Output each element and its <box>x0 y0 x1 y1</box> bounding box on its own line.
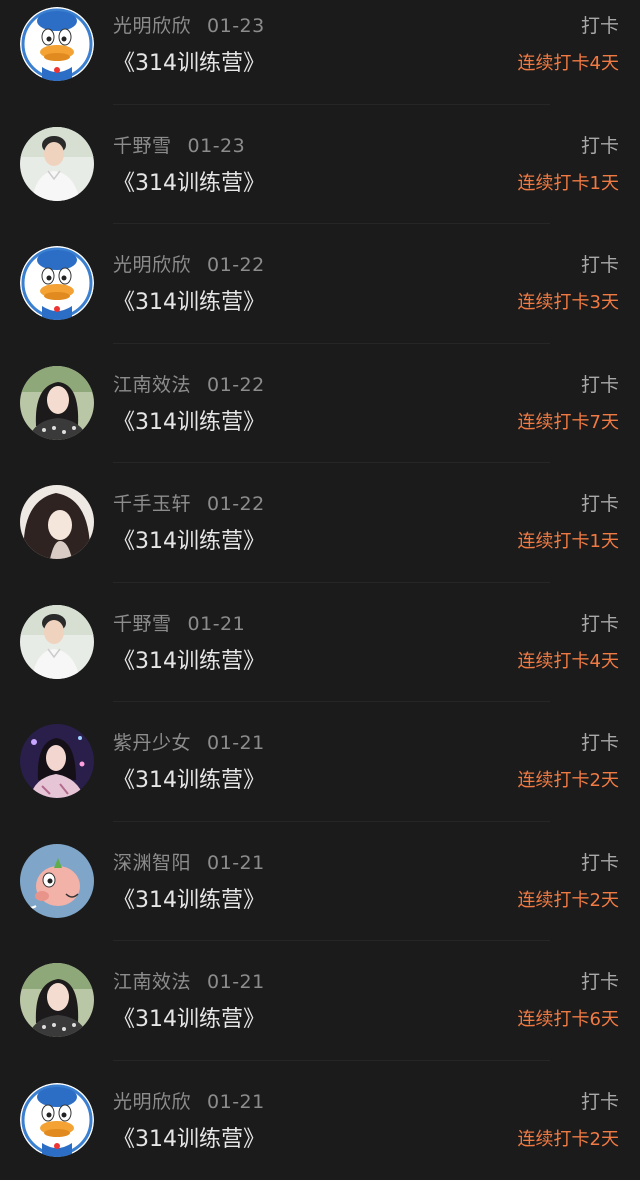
course-title: 《314训练营》 <box>113 643 265 675</box>
user-name[interactable]: 光明欣欣 <box>113 254 191 276</box>
checkin-date: 01-21 <box>207 732 265 754</box>
checkin-label: 打卡 <box>581 728 619 755</box>
checkin-date: 01-22 <box>207 374 265 396</box>
checkin-meta: 千野雪 01-21 <box>113 609 245 636</box>
checkin-label: 打卡 <box>581 489 619 516</box>
user-name[interactable]: 江南效法 <box>113 971 191 993</box>
checkin-meta: 光明欣欣 01-21 <box>113 1087 265 1114</box>
checkin-meta: 江南效法 01-21 <box>113 967 265 994</box>
checkin-meta: 紫丹少女 01-21 <box>113 728 265 755</box>
course-title: 《314训练营》 <box>113 284 265 316</box>
course-title: 《314训练营》 <box>113 1121 265 1153</box>
checkin-label: 打卡 <box>581 848 619 875</box>
checkin-row[interactable]: 江南效法 01-22 《314训练营》 打卡连续打卡7天 <box>0 344 640 464</box>
user-name[interactable]: 千手玉轩 <box>113 493 191 515</box>
checkin-date: 01-21 <box>207 852 265 874</box>
course-title: 《314训练营》 <box>113 404 265 436</box>
course-title: 《314训练营》 <box>113 762 265 794</box>
checkin-label: 打卡 <box>581 609 619 636</box>
checkin-meta: 光明欣欣 01-22 <box>113 250 265 277</box>
course-title: 《314训练营》 <box>113 45 265 77</box>
checkin-date: 01-22 <box>207 493 265 515</box>
checkin-date: 01-21 <box>188 613 246 635</box>
checkin-date: 01-22 <box>207 254 265 276</box>
streak-count: 连续打卡1天 <box>518 527 619 553</box>
checkin-row[interactable]: 江南效法 01-21 《314训练营》 打卡连续打卡6天 <box>0 941 640 1061</box>
checkin-row[interactable]: 紫丹少女 01-21 《314训练营》 打卡连续打卡2天 <box>0 702 640 822</box>
checkin-row[interactable]: 光明欣欣 01-23 《314训练营》 打卡连续打卡4天 <box>0 0 640 105</box>
user-name[interactable]: 紫丹少女 <box>113 732 191 754</box>
checkin-meta: 千手玉轩 01-22 <box>113 489 265 516</box>
streak-count: 连续打卡3天 <box>518 288 619 314</box>
user-name[interactable]: 深渊智阳 <box>113 852 191 874</box>
girl-photo-icon[interactable] <box>20 963 94 1037</box>
course-title: 《314训练营》 <box>113 1001 265 1033</box>
checkin-label: 打卡 <box>581 11 619 38</box>
checkin-label: 打卡 <box>581 131 619 158</box>
checkin-row[interactable]: 光明欣欣 01-21 《314训练营》 打卡连续打卡2天 <box>0 1061 640 1180</box>
streak-count: 连续打卡2天 <box>518 1125 619 1151</box>
checkin-list: 光明欣欣01-23《314训练营》打卡连续打卡4天 千野雪01-23《314训练… <box>0 0 640 1180</box>
cartoon-pig-icon[interactable] <box>20 844 94 918</box>
checkin-row[interactable]: 千野雪 01-21 《314训练营》 打卡连续打卡4天 <box>0 583 640 703</box>
course-title: 《314训练营》 <box>113 523 265 555</box>
checkin-row[interactable]: 深渊智阳 01-21 《314训练营》 打卡连续打卡2天 <box>0 822 640 942</box>
streak-count: 连续打卡4天 <box>518 647 619 673</box>
checkin-meta: 江南效法 01-22 <box>113 370 265 397</box>
streak-count: 连续打卡2天 <box>518 766 619 792</box>
user-name[interactable]: 光明欣欣 <box>113 15 191 37</box>
checkin-row[interactable]: 千野雪 01-23 《314训练营》 打卡连续打卡1天 <box>0 105 640 225</box>
donald-duck-icon[interactable] <box>20 246 94 320</box>
donald-duck-icon[interactable] <box>20 1083 94 1157</box>
checkin-row[interactable]: 光明欣欣 01-22 《314训练营》 打卡连续打卡3天 <box>0 224 640 344</box>
checkin-label: 打卡 <box>581 250 619 277</box>
checkin-meta: 深渊智阳 01-21 <box>113 848 265 875</box>
streak-count: 连续打卡2天 <box>518 886 619 912</box>
girl-photo-icon[interactable] <box>20 366 94 440</box>
checkin-date: 01-23 <box>188 135 246 157</box>
checkin-date: 01-21 <box>207 971 265 993</box>
boy-photo-icon[interactable] <box>20 127 94 201</box>
donald-duck-icon[interactable] <box>20 7 94 81</box>
user-name[interactable]: 江南效法 <box>113 374 191 396</box>
boy-photo-icon[interactable] <box>20 605 94 679</box>
user-name[interactable]: 千野雪 <box>113 613 172 635</box>
checkin-label: 打卡 <box>581 967 619 994</box>
streak-count: 连续打卡6天 <box>518 1005 619 1031</box>
user-name[interactable]: 千野雪 <box>113 135 172 157</box>
user-name[interactable]: 光明欣欣 <box>113 1091 191 1113</box>
checkin-date: 01-21 <box>207 1091 265 1113</box>
course-title: 《314训练营》 <box>113 165 265 197</box>
anime-girl-icon[interactable] <box>20 485 94 559</box>
checkin-row[interactable]: 千手玉轩 01-22 《314训练营》 打卡连续打卡1天 <box>0 463 640 583</box>
checkin-label: 打卡 <box>581 1087 619 1114</box>
checkin-date: 01-23 <box>207 15 265 37</box>
streak-count: 连续打卡7天 <box>518 408 619 434</box>
streak-count: 连续打卡4天 <box>518 49 619 75</box>
streak-count: 连续打卡1天 <box>518 169 619 195</box>
checkin-meta: 光明欣欣 01-23 <box>113 11 265 38</box>
purple-girl-icon[interactable] <box>20 724 94 798</box>
course-title: 《314训练营》 <box>113 882 265 914</box>
checkin-label: 打卡 <box>581 370 619 397</box>
checkin-meta: 千野雪 01-23 <box>113 131 245 158</box>
